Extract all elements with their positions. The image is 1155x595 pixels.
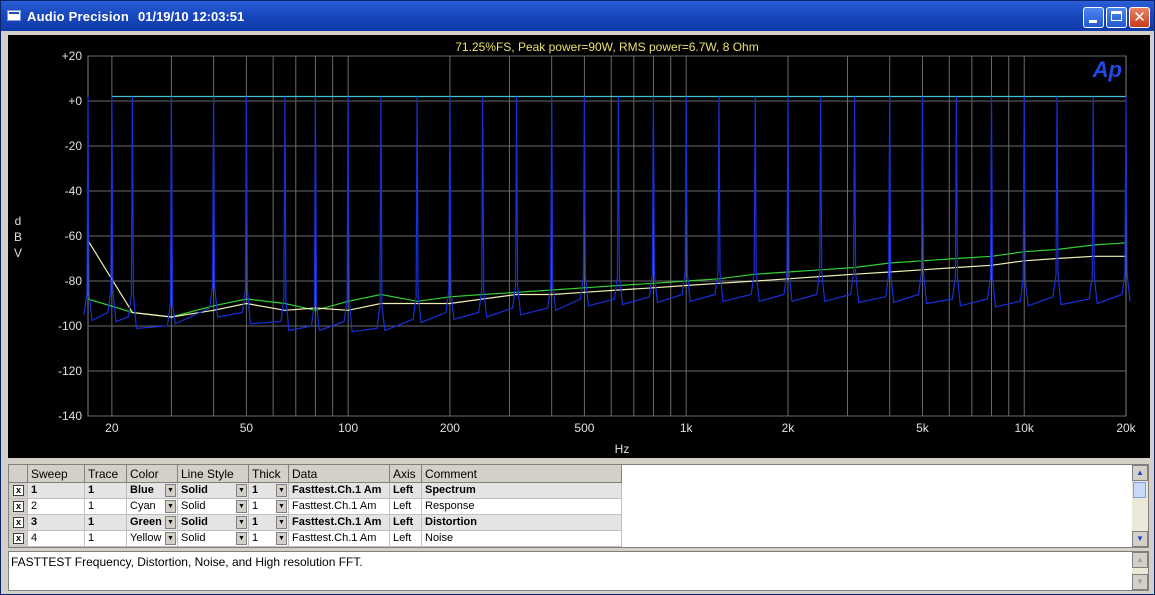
column-header[interactable]: Sweep xyxy=(28,465,85,483)
x-tick-label: 5k xyxy=(916,421,930,435)
x-tick-label: 50 xyxy=(240,421,254,435)
maximize-icon xyxy=(1111,11,1122,21)
cell-comment[interactable]: Noise xyxy=(422,531,622,547)
comment-scroll-down[interactable]: ▼ xyxy=(1132,574,1148,590)
scroll-thumb[interactable] xyxy=(1133,482,1146,498)
y-tick-label: -20 xyxy=(65,139,83,153)
scroll-up-button[interactable]: ▲ xyxy=(1132,465,1148,481)
dropdown-icon[interactable]: ▼ xyxy=(276,532,287,545)
column-header[interactable]: Trace xyxy=(85,465,127,483)
maximize-button[interactable] xyxy=(1106,7,1127,28)
column-header[interactable]: Axis xyxy=(390,465,422,483)
dropdown-icon[interactable]: ▼ xyxy=(276,516,287,529)
minimize-icon xyxy=(1089,20,1097,23)
comment-text: FASTTEST Frequency, Distortion, Noise, a… xyxy=(11,555,363,569)
y-tick-label: -140 xyxy=(58,409,82,423)
row-enable-checkbox[interactable]: x xyxy=(13,485,24,496)
cell-sweep[interactable]: 2 xyxy=(28,499,85,515)
column-header[interactable]: Thick xyxy=(249,465,289,483)
cell-data[interactable]: Fasttest.Ch.1 Am xyxy=(289,531,390,547)
y-tick-label: -60 xyxy=(65,229,83,243)
close-icon: ✕ xyxy=(1133,8,1146,26)
ap-logo: Ap xyxy=(1092,57,1122,82)
y-tick-label: +20 xyxy=(62,49,83,63)
dropdown-icon[interactable]: ▼ xyxy=(236,516,247,529)
comment-scrollbar[interactable]: ▲ ▼ xyxy=(1132,552,1148,590)
cell-trace[interactable]: 1 xyxy=(85,531,127,547)
x-tick-label: 20k xyxy=(1116,421,1136,435)
row-enable-checkbox[interactable]: x xyxy=(13,517,24,528)
y-axis-label: V xyxy=(14,246,22,260)
dropdown-icon[interactable]: ▼ xyxy=(236,500,247,513)
window-title: Audio Precision xyxy=(27,9,129,24)
header-corner xyxy=(9,465,28,483)
cell-axis[interactable]: Left xyxy=(390,499,422,515)
y-tick-label: -40 xyxy=(65,184,83,198)
chart-svg: +20 +0 -20 -40 -60 -80 -100 -120 -140 20 50 100 200 5… xyxy=(14,40,1137,456)
dropdown-icon[interactable]: ▼ xyxy=(165,500,176,513)
cell-data[interactable]: Fasttest.Ch.1 Am xyxy=(289,483,390,499)
graph-panel[interactable]: +20 +0 -20 -40 -60 -80 -100 -120 -140 20 50 100 200 5… xyxy=(8,35,1150,458)
x-tick-label: 1k xyxy=(680,421,694,435)
minimize-button[interactable] xyxy=(1083,7,1104,28)
dropdown-icon[interactable]: ▼ xyxy=(165,532,176,545)
comment-box[interactable]: FASTTEST Frequency, Distortion, Noise, a… xyxy=(8,551,1149,591)
close-button[interactable]: ✕ xyxy=(1129,7,1150,28)
y-axis-label: B xyxy=(14,230,22,244)
x-tick-label: 200 xyxy=(440,421,460,435)
dropdown-icon[interactable]: ▼ xyxy=(165,516,176,529)
y-tick-label: -120 xyxy=(58,364,82,378)
x-tick-label: 100 xyxy=(338,421,358,435)
y-tick-label: +0 xyxy=(68,94,82,108)
cell-data[interactable]: Fasttest.Ch.1 Am xyxy=(289,515,390,531)
window-datetime: 01/19/10 12:03:51 xyxy=(138,9,245,24)
column-header[interactable]: Comment xyxy=(422,465,622,483)
dropdown-icon[interactable]: ▼ xyxy=(236,532,247,545)
x-tick-label: 500 xyxy=(574,421,594,435)
sweep-table[interactable]: ▲ ▼ Sweep Trace Color Line Style Thick Data Ax… xyxy=(8,464,1149,548)
cell-sweep[interactable]: 1 xyxy=(28,483,85,499)
comment-scroll-up[interactable]: ▲ xyxy=(1132,552,1148,568)
dropdown-icon[interactable]: ▼ xyxy=(165,484,176,497)
cell-axis[interactable]: Left xyxy=(390,531,422,547)
x-axis-label: Hz xyxy=(615,442,630,456)
title-bar[interactable]: Audio Precision 01/19/10 12:03:51 ✕ xyxy=(1,1,1154,31)
app-window: Audio Precision 01/19/10 12:03:51 ✕ +20 +… xyxy=(0,0,1155,595)
table-scrollbar[interactable]: ▲ ▼ xyxy=(1132,465,1148,547)
y-axis-label: d xyxy=(15,214,22,228)
dropdown-icon[interactable]: ▼ xyxy=(236,484,247,497)
series-spectrum-line xyxy=(83,96,1131,333)
dropdown-icon[interactable]: ▼ xyxy=(276,484,287,497)
x-tick-label: 10k xyxy=(1015,421,1035,435)
cell-axis[interactable]: Left xyxy=(390,483,422,499)
cell-data[interactable]: Fasttest.Ch.1 Am xyxy=(289,499,390,515)
row-enable-checkbox[interactable]: x xyxy=(13,501,24,512)
cell-axis[interactable]: Left xyxy=(390,515,422,531)
cell-sweep[interactable]: 3 xyxy=(28,515,85,531)
chart-title: 71.25%FS, Peak power=90W, RMS power=6.7W… xyxy=(455,40,758,54)
cell-trace[interactable]: 1 xyxy=(85,515,127,531)
cell-trace[interactable]: 1 xyxy=(85,499,127,515)
cell-comment[interactable]: Response xyxy=(422,499,622,515)
cell-trace[interactable]: 1 xyxy=(85,483,127,499)
cell-comment[interactable]: Distortion xyxy=(422,515,622,531)
cell-comment[interactable]: Spectrum xyxy=(422,483,622,499)
column-header[interactable]: Line Style xyxy=(178,465,249,483)
y-tick-label: -80 xyxy=(65,274,83,288)
y-tick-label: -100 xyxy=(58,319,82,333)
row-enable-checkbox[interactable]: x xyxy=(13,533,24,544)
column-header[interactable]: Data xyxy=(289,465,390,483)
x-tick-label: 2k xyxy=(782,421,796,435)
column-header[interactable]: Color xyxy=(127,465,178,483)
window-icon xyxy=(7,10,21,21)
x-tick-label: 20 xyxy=(105,421,119,435)
scroll-down-button[interactable]: ▼ xyxy=(1132,531,1148,547)
dropdown-icon[interactable]: ▼ xyxy=(276,500,287,513)
cell-sweep[interactable]: 4 xyxy=(28,531,85,547)
